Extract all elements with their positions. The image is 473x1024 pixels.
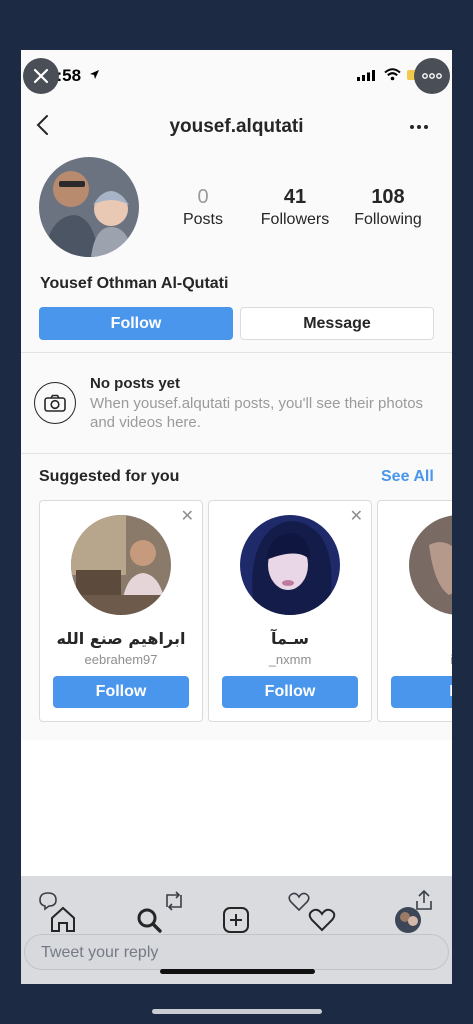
profile-options-icon[interactable] (409, 124, 429, 130)
add-post-icon[interactable] (222, 906, 250, 934)
followers-label: Followers (260, 211, 330, 228)
followers-count[interactable]: 41 Followers (255, 186, 335, 229)
suggestion-avatar[interactable] (240, 515, 340, 615)
suggestion-follow-button[interactable]: Follow (53, 676, 189, 708)
empty-state-title: No posts yet (90, 375, 181, 392)
suggestion-name: سـمآ (271, 629, 309, 648)
suggestion-card[interactable]: M i.m Fo (377, 500, 452, 722)
suggestion-photo (240, 515, 340, 615)
posts-number: 0 (197, 186, 209, 208)
profile-tab-photo (395, 907, 421, 933)
following-count[interactable]: 108 Following (348, 186, 428, 229)
ellipsis-icon (422, 73, 442, 79)
activity-heart-icon[interactable] (308, 908, 336, 932)
wifi-icon (384, 68, 401, 81)
profile-tab-avatar[interactable] (395, 907, 421, 933)
suggestion-handle: _nxmm (268, 652, 312, 667)
reply-placeholder: Tweet your reply (41, 944, 159, 961)
more-options-button[interactable] (414, 58, 450, 94)
home-icon[interactable] (49, 905, 77, 933)
following-number: 108 (371, 186, 405, 208)
suggestion-card[interactable]: ✕ سـمآ _nxmm Follow (208, 500, 372, 722)
like-icon[interactable] (288, 892, 310, 911)
close-overlay-button[interactable] (23, 58, 59, 94)
posts-count: 0 Posts (173, 186, 233, 229)
suggestion-follow-button[interactable]: Fo (391, 676, 452, 708)
message-button[interactable]: Message (240, 307, 434, 340)
close-icon (33, 68, 49, 84)
share-icon[interactable] (414, 889, 434, 911)
tweet-reply-input[interactable]: Tweet your reply (24, 934, 449, 970)
following-label: Following (354, 211, 422, 228)
profile-username: yousef.alqutati (169, 116, 304, 137)
suggestion-avatar[interactable] (71, 515, 171, 615)
camera-icon (44, 394, 66, 412)
suggestion-follow-button[interactable]: Follow (222, 676, 358, 708)
suggested-title: Suggested for you (39, 468, 180, 485)
suggestion-name: ابراهيم صنع الله (56, 629, 186, 648)
followers-number: 41 (283, 186, 307, 208)
empty-state-text: When yousef.alqutati posts, you'll see t… (90, 395, 424, 431)
cellular-signal-icon (357, 70, 375, 81)
suggestion-handle: eebrahem97 (84, 652, 158, 667)
phone-screen: 6:58 yousef.alqutati 0 Posts 41 Follower… (21, 50, 452, 984)
outer-home-indicator (152, 1009, 322, 1014)
suggestion-handle: i.m (378, 652, 452, 667)
search-icon[interactable] (135, 906, 163, 934)
follow-button[interactable]: Follow (39, 307, 233, 340)
suggestion-name: M (378, 629, 452, 648)
suggestion-photo (409, 515, 452, 615)
suggestion-avatar[interactable] (409, 515, 452, 615)
location-arrow-icon (90, 70, 99, 79)
profile-avatar[interactable] (39, 157, 139, 257)
profile-full-name: Yousef Othman Al-Qutati (40, 275, 229, 292)
divider (21, 352, 452, 353)
home-indicator (160, 969, 315, 974)
suggestion-card[interactable]: ✕ ابراهيم صنع الله eebrahem97 Follow (39, 500, 203, 722)
suggestion-photo (71, 515, 171, 615)
dismiss-icon[interactable]: ✕ (350, 509, 363, 525)
dismiss-icon[interactable]: ✕ (181, 509, 194, 525)
see-all-link[interactable]: See All (381, 468, 434, 486)
camera-icon-circle (34, 382, 76, 424)
instagram-profile-view: 6:58 yousef.alqutati 0 Posts 41 Follower… (21, 50, 452, 740)
divider (21, 453, 452, 454)
retweet-icon[interactable] (162, 891, 186, 911)
posts-label: Posts (182, 211, 223, 228)
profile-photo (39, 157, 139, 257)
